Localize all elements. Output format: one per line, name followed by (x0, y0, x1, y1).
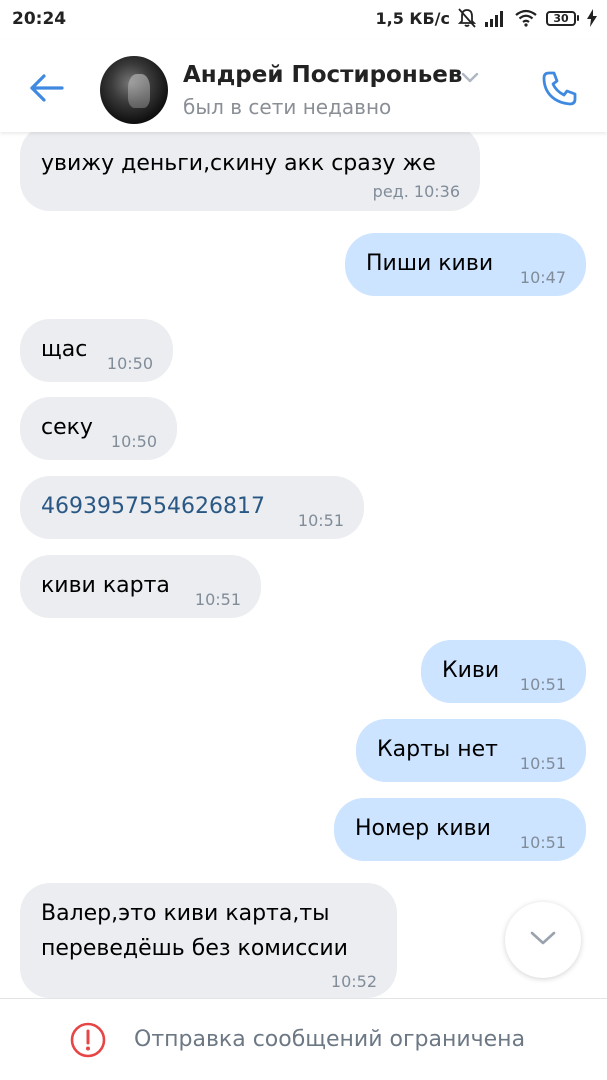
message-text-line-2: переведёшь без комиссии (41, 936, 348, 961)
chat-screen: 20:24 1,5 КБ/с 30 Андрей Постироньев был… (0, 0, 607, 1080)
message-time: 10:47 (519, 268, 566, 287)
message-outgoing[interactable]: Номер киви 10:51 (334, 798, 586, 861)
battery-icon: 30 (546, 10, 579, 26)
wifi-icon (514, 9, 538, 27)
message-time: 10:51 (519, 754, 566, 773)
message-text: Пиши киви (366, 251, 494, 276)
message-text: Номер киви (355, 816, 491, 841)
message-text-line-1: Валер,это киви карта,ты (41, 901, 330, 926)
signal-icon (484, 9, 506, 27)
phone-icon[interactable] (540, 68, 580, 108)
message-text: Киви (442, 658, 500, 683)
restriction-text: Отправка сообщений ограничена (134, 1027, 526, 1052)
message-outgoing[interactable]: Киви 10:51 (421, 640, 586, 703)
chevron-down-icon (528, 929, 558, 951)
restriction-bar: Отправка сообщений ограничена (0, 998, 607, 1080)
message-incoming[interactable]: секу 10:50 (20, 397, 177, 460)
message-incoming[interactable]: щас 10:50 (20, 319, 173, 382)
message-time: 10:51 (297, 511, 344, 530)
status-bar: 20:24 1,5 КБ/с 30 (0, 0, 607, 40)
message-text: киви карта (41, 573, 170, 598)
message-time: 10:51 (519, 833, 566, 852)
message-time: 10:50 (106, 354, 153, 373)
battery-level: 30 (546, 10, 576, 26)
message-time: 10:51 (519, 675, 566, 694)
message-incoming[interactable]: увижу деньги,скину акк сразу же ред. 10:… (20, 125, 480, 211)
contact-name[interactable]: Андрей Постироньев (183, 62, 462, 88)
message-outgoing[interactable]: Карты нет 10:51 (356, 719, 586, 782)
message-incoming[interactable]: 4693957554626817 10:51 (20, 476, 364, 539)
message-time: 10:51 (194, 590, 241, 609)
message-text: увижу деньги,скину акк сразу же (41, 151, 436, 176)
chevron-down-icon[interactable] (460, 70, 480, 84)
message-outgoing[interactable]: Пиши киви 10:47 (345, 233, 586, 296)
avatar[interactable] (100, 56, 168, 124)
card-number-link[interactable]: 4693957554626817 (41, 494, 265, 519)
scroll-down-button[interactable] (505, 902, 581, 978)
message-incoming[interactable]: Валер,это киви карта,ты переведёшь без к… (20, 883, 397, 998)
message-time: 10:50 (110, 432, 157, 451)
message-time: ред. 10:36 (372, 182, 460, 201)
message-time: 10:52 (330, 972, 377, 991)
network-speed: 1,5 КБ/с (375, 8, 450, 28)
message-text: щас (41, 337, 88, 362)
chat-header: Андрей Постироньев был в сети недавно (0, 40, 607, 132)
warning-circle-icon (70, 1022, 106, 1058)
status-time: 20:24 (12, 9, 67, 29)
message-text: секу (41, 415, 93, 440)
back-arrow-icon[interactable] (26, 68, 66, 108)
mute-bell-icon (458, 8, 476, 28)
charging-icon (587, 9, 597, 27)
contact-status: был в сети недавно (183, 95, 392, 119)
status-icons: 1,5 КБ/с 30 (375, 8, 597, 28)
message-text: Карты нет (377, 737, 498, 762)
message-incoming[interactable]: киви карта 10:51 (20, 555, 261, 618)
